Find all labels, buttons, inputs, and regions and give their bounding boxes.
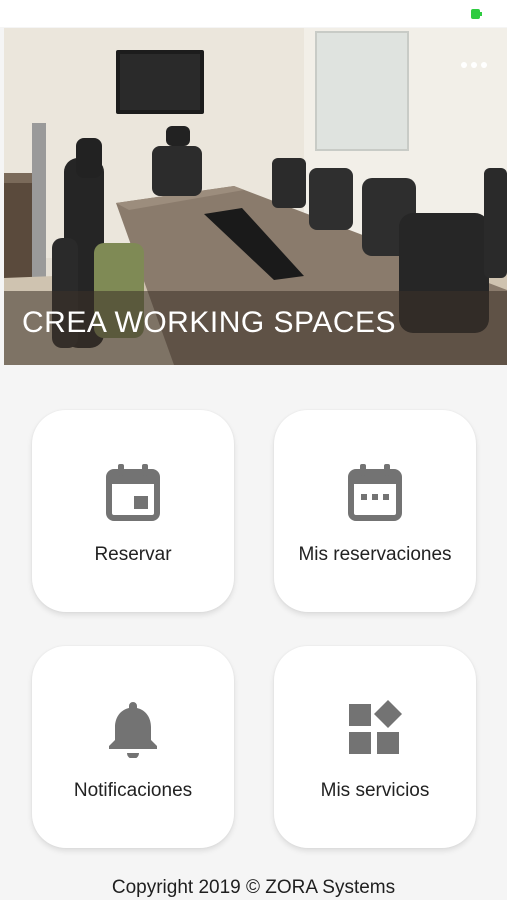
reservar-button[interactable]: Reservar: [32, 410, 234, 612]
mis-reservaciones-label: Mis reservaciones: [298, 544, 452, 565]
widgets-icon: [349, 700, 402, 754]
battery-icon: [471, 9, 482, 19]
reservar-label: Reservar: [94, 544, 172, 565]
hero-banner: CREA WORKING SPACES: [4, 28, 507, 365]
mis-reservaciones-button[interactable]: Mis reservaciones: [274, 410, 476, 612]
hero-title: CREA WORKING SPACES: [22, 306, 397, 339]
mis-servicios-button[interactable]: Mis servicios: [274, 646, 476, 848]
footer-copyright: Copyright 2019 © ZORA Systems: [111, 877, 396, 898]
notificaciones-label: Notificaciones: [73, 780, 193, 801]
notificaciones-button[interactable]: Notificaciones: [32, 646, 234, 848]
calendar-icon: [106, 464, 160, 521]
mis-servicios-label: Mis servicios: [320, 780, 430, 801]
app-screen: CREA WORKING SPACES Reservar Mis reserva…: [0, 0, 507, 900]
status-bar: [0, 0, 507, 27]
more-options-icon[interactable]: [461, 60, 487, 70]
bell-icon: [109, 702, 157, 758]
calendar-dots-icon: [348, 464, 402, 521]
